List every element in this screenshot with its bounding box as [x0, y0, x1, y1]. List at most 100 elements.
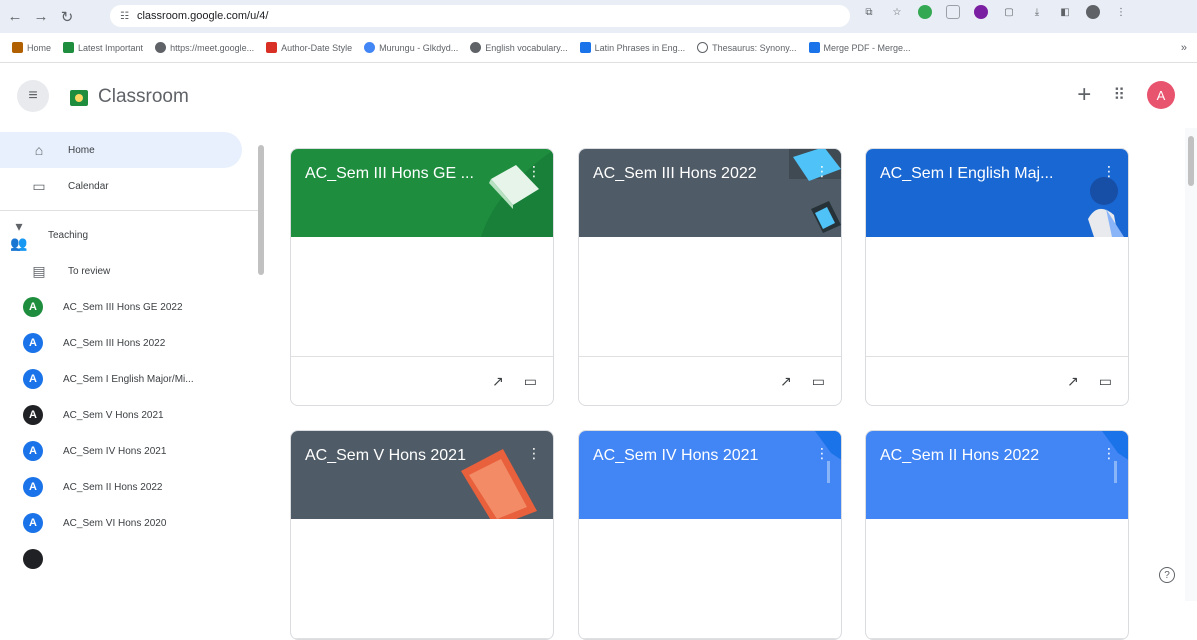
bookmark-english-vocab[interactable]: English vocabulary... [470, 42, 567, 53]
sidebar-item-label: AC_Sem V Hons 2021 [63, 410, 164, 421]
card-title[interactable]: AC_Sem II Hons 2022 [880, 447, 1039, 465]
bookmark-latin-phrases[interactable]: Latin Phrases in Eng... [580, 42, 686, 53]
extension-purple-icon[interactable] [974, 5, 988, 19]
bookmark-meet[interactable]: https://meet.google... [155, 42, 254, 53]
forward-icon[interactable]: → [30, 6, 52, 28]
card-title[interactable]: AC_Sem I English Maj... [880, 165, 1053, 183]
card-header[interactable]: AC_Sem II Hons 2022 ⋮ [866, 431, 1128, 519]
card-header[interactable]: AC_Sem V Hons 2021 ⋮ [291, 431, 553, 519]
download-icon[interactable]: ⤓ [1030, 5, 1044, 19]
folder-icon[interactable]: ▭ [812, 373, 825, 390]
card-body [579, 519, 841, 639]
class-avatar: A [23, 405, 43, 425]
card-header[interactable]: AC_Sem III Hons GE ... ⋮ [291, 149, 553, 237]
globe-icon [697, 42, 708, 53]
extension-doc-icon[interactable] [946, 5, 960, 19]
class-card[interactable]: AC_Sem IV Hons 2021 ⋮ [578, 430, 842, 640]
account-avatar[interactable]: A [1147, 81, 1175, 109]
create-join-class-icon[interactable]: + [1077, 83, 1091, 107]
app-title[interactable]: Classroom [98, 86, 189, 108]
sidebar-item-class[interactable]: A AC_Sem III Hons GE 2022 [0, 289, 258, 325]
bookmark-star-icon[interactable]: ☆ [890, 5, 904, 19]
class-card[interactable]: AC_Sem I English Maj... ⋮ ↗ ▭ [865, 148, 1129, 406]
more-options-icon[interactable]: ⋮ [527, 445, 541, 462]
sidebar-scrollbar[interactable] [256, 135, 266, 601]
sidebar-item-home[interactable]: ⌂ Home [0, 132, 242, 168]
scrollbar-thumb[interactable] [1188, 136, 1194, 186]
more-options-icon[interactable]: ⋮ [815, 163, 829, 180]
card-header[interactable]: AC_Sem III Hons 2022 ⋮ [579, 149, 841, 237]
sidebar-item-class[interactable]: A AC_Sem VI Hons 2020 [0, 505, 258, 541]
card-header[interactable]: AC_Sem IV Hons 2021 ⋮ [579, 431, 841, 519]
classroom-logo-icon[interactable] [70, 90, 88, 106]
card-body [866, 237, 1128, 357]
card-title[interactable]: AC_Sem III Hons GE ... [305, 165, 474, 183]
card-title[interactable]: AC_Sem V Hons 2021 [305, 447, 466, 465]
more-options-icon[interactable]: ⋮ [1102, 163, 1116, 180]
bookmarks-more-icon[interactable]: » [1181, 42, 1187, 54]
folder-icon[interactable]: ▭ [1099, 373, 1112, 390]
sidebar-item-class[interactable]: A AC_Sem IV Hons 2021 [0, 433, 258, 469]
class-avatar: A [23, 477, 43, 497]
apps-grid-icon[interactable]: ⠿ [1113, 85, 1125, 105]
reload-icon[interactable]: ↻ [56, 6, 78, 28]
class-card[interactable]: AC_Sem III Hons GE ... ⋮ ↗ ▭ [290, 148, 554, 406]
card-body [579, 237, 841, 357]
globe-icon [470, 42, 481, 53]
main-menu-icon[interactable]: ≡ [17, 80, 49, 112]
class-avatar: A [23, 441, 43, 461]
review-folder-icon: ▤ [28, 263, 50, 280]
bookmark-murungu[interactable]: Murungu - Glkdyd... [364, 42, 458, 53]
card-banner-illustration [866, 149, 1128, 237]
sidebar-item-calendar[interactable]: ▭ Calendar [0, 168, 258, 204]
class-card[interactable]: AC_Sem III Hons 2022 ⋮ ↗ ▭ [578, 148, 842, 406]
extension-green-icon[interactable] [918, 5, 932, 19]
bookmark-merge-pdf[interactable]: Merge PDF - Merge... [809, 42, 911, 53]
sidebar-item-label: Teaching [48, 230, 88, 241]
teaching-icon: ▾ 👥 [8, 218, 30, 252]
divider [0, 210, 258, 211]
class-card[interactable]: AC_Sem V Hons 2021 ⋮ [290, 430, 554, 640]
card-title[interactable]: AC_Sem IV Hons 2021 [593, 447, 758, 465]
sidebar-item-class[interactable]: A AC_Sem II Hons 2022 [0, 469, 258, 505]
share-icon[interactable]: ⧉ [862, 5, 876, 19]
card-footer: ↗ ▭ [579, 357, 841, 405]
address-bar[interactable]: ☷ classroom.google.com/u/4/ [110, 5, 850, 27]
scrollbar-thumb[interactable] [258, 145, 264, 275]
help-icon[interactable]: ? [1159, 567, 1175, 583]
card-body [291, 237, 553, 357]
bookmark-latest-important[interactable]: Latest Important [63, 42, 143, 53]
more-options-icon[interactable]: ⋮ [1102, 445, 1116, 462]
sidebar-item-class-partial[interactable] [0, 541, 258, 577]
page-scrollbar[interactable] [1185, 128, 1197, 601]
bookmark-home[interactable]: Home [12, 42, 51, 53]
bookmark-author-date[interactable]: Author-Date Style [266, 42, 352, 53]
profile-icon[interactable] [1086, 5, 1100, 19]
side-panel-icon[interactable]: ◧ [1058, 5, 1072, 19]
back-icon[interactable]: ← [4, 6, 26, 28]
trending-icon[interactable]: ↗ [1067, 373, 1079, 390]
sidebar-item-to-review[interactable]: ▤ To review [0, 253, 258, 289]
site-info-icon[interactable]: ☷ [120, 11, 129, 22]
bookmark-thesaurus[interactable]: Thesaurus: Synony... [697, 42, 796, 53]
bookmark-icon [266, 42, 277, 53]
folder-icon[interactable]: ▭ [524, 373, 537, 390]
card-footer: ↗ ▭ [866, 357, 1128, 405]
sidebar-item-class[interactable]: A AC_Sem III Hons 2022 [0, 325, 258, 361]
more-options-icon[interactable]: ⋮ [527, 163, 541, 180]
bookmark-icon [12, 42, 23, 53]
sidebar-item-label: Calendar [68, 181, 109, 192]
trending-icon[interactable]: ↗ [492, 373, 504, 390]
extensions-icon[interactable]: ▢ [1002, 5, 1016, 19]
menu-icon[interactable]: ⋮ [1114, 5, 1128, 19]
card-title[interactable]: AC_Sem III Hons 2022 [593, 165, 757, 183]
sidebar-item-teaching[interactable]: ▾ 👥 Teaching [0, 217, 258, 253]
sidebar-item-class[interactable]: A AC_Sem V Hons 2021 [0, 397, 258, 433]
card-header[interactable]: AC_Sem I English Maj... ⋮ [866, 149, 1128, 237]
class-card[interactable]: AC_Sem II Hons 2022 ⋮ [865, 430, 1129, 640]
more-options-icon[interactable]: ⋮ [815, 445, 829, 462]
sidebar-item-class[interactable]: A AC_Sem I English Major/Mi... [0, 361, 258, 397]
sidebar-item-label: AC_Sem I English Major/Mi... [63, 374, 194, 385]
card-footer: ↗ ▭ [291, 357, 553, 405]
trending-icon[interactable]: ↗ [780, 373, 792, 390]
